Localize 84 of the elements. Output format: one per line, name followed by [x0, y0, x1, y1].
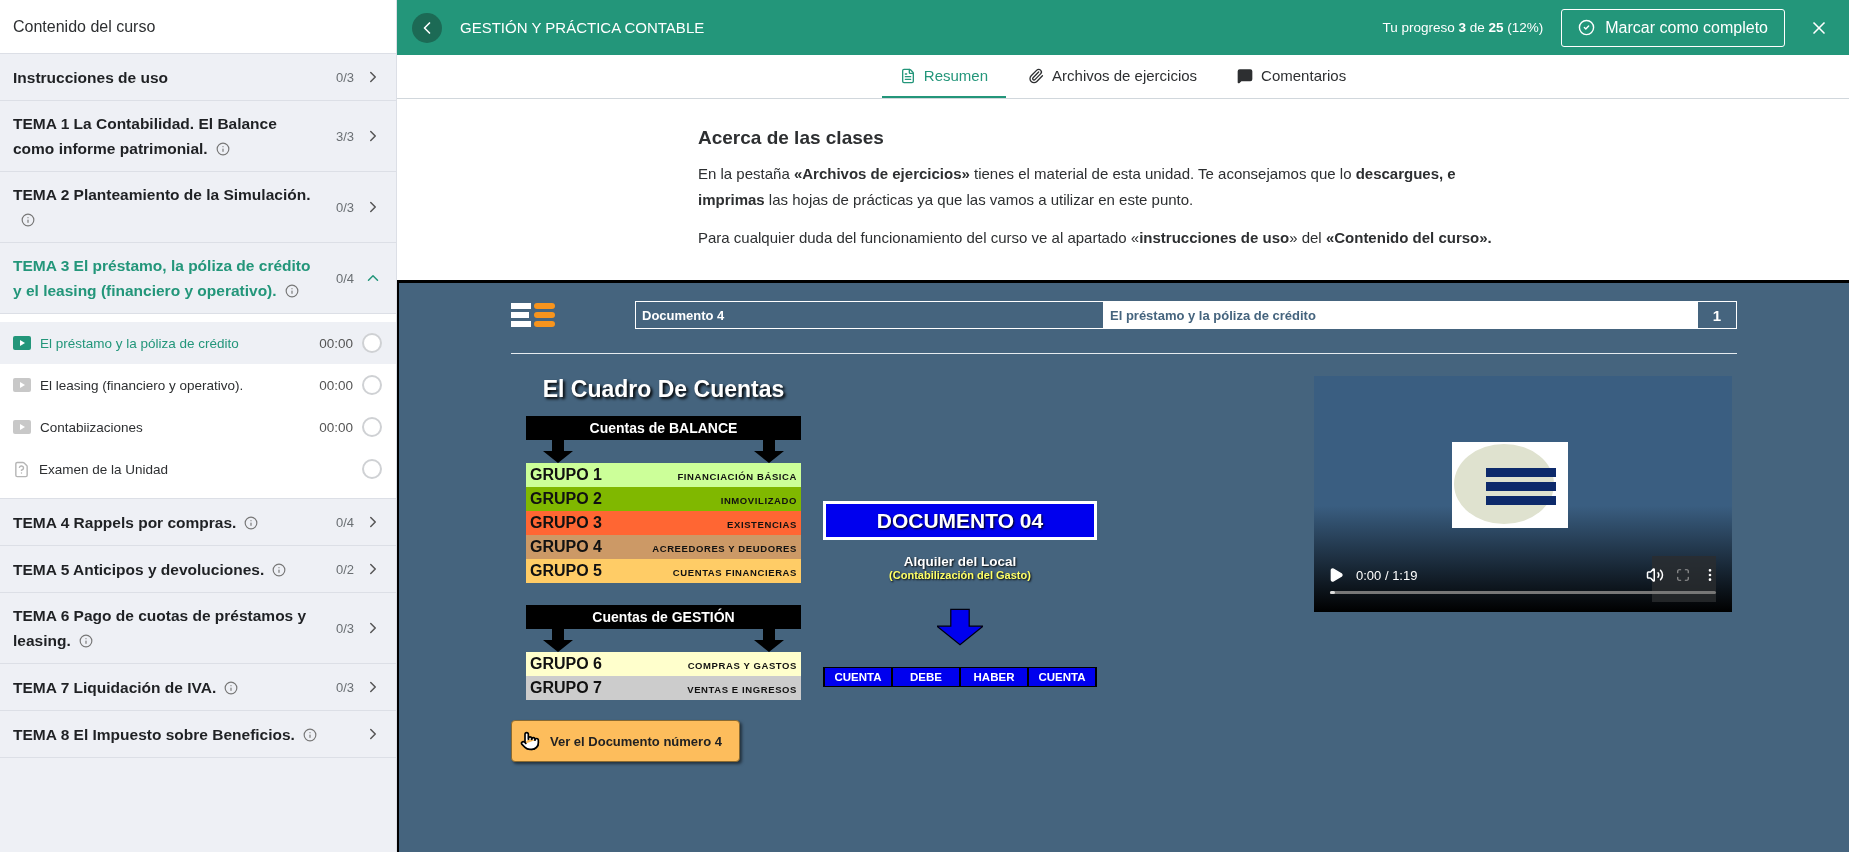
view-document-button[interactable]: Ver el Documento número 4: [511, 720, 740, 762]
mark-complete-button[interactable]: Marcar como completo: [1561, 8, 1785, 47]
column-header: HABER: [961, 668, 1027, 686]
group-name: GRUPO 7: [530, 679, 602, 697]
info-icon[interactable]: [215, 142, 230, 156]
info-icon[interactable]: [284, 284, 299, 298]
page-number: 1: [1711, 305, 1723, 326]
sidebar-title: Contenido del curso: [0, 0, 396, 54]
tab[interactable]: Archivos de ejercicios: [1010, 55, 1216, 98]
group-label: CUENTAS FINANCIERAS: [672, 566, 797, 578]
progress-count: 0/3: [334, 620, 354, 636]
comment-icon: [1237, 67, 1254, 84]
group-name: GRUPO 3: [530, 514, 602, 532]
fullscreen-icon[interactable]: [1676, 568, 1690, 582]
volume-icon[interactable]: [1646, 566, 1664, 584]
play-icon: [13, 336, 31, 350]
lesson-duration: 00:00: [319, 335, 353, 351]
course-section[interactable]: Instrucciones de uso 0/3: [0, 54, 396, 101]
column-header: DEBE: [893, 668, 959, 686]
info-icon[interactable]: [78, 634, 93, 648]
down-arrow-icon: [754, 629, 784, 652]
document-title: El préstamo y la póliza de crédito: [1104, 302, 1698, 328]
section-heading: Acerca de las clases: [698, 127, 885, 149]
group-label: VENTAS E INGRESOS: [687, 683, 797, 695]
info-icon[interactable]: [244, 515, 259, 530]
progress-count: 0/3: [334, 679, 354, 695]
down-arrow-icon: [543, 440, 573, 463]
group-name: GRUPO 4: [530, 538, 602, 556]
course-section[interactable]: TEMA 6 Pago de cuotas de préstamos y leasing. 0/3: [0, 593, 396, 664]
course-section[interactable]: TEMA 5 Anticipos y devoluciones. 0/2: [0, 546, 396, 593]
group-label: COMPRAS Y GASTOS: [687, 659, 797, 671]
play-icon: [13, 378, 31, 392]
group-name: GRUPO 5: [530, 562, 602, 580]
question-icon: [13, 460, 30, 478]
check-circle-icon: [1578, 19, 1596, 36]
progress-count: 0/3: [334, 69, 354, 85]
tab[interactable]: Resumen: [881, 55, 1007, 98]
document-badge: DOCUMENTO 04: [823, 501, 1097, 540]
column-header: CUENTA: [825, 668, 891, 686]
course-section[interactable]: TEMA 1 La Contabilidad. El Balance como informe patrimonial. 3/3: [0, 101, 396, 172]
lesson-item[interactable]: El préstamo y la póliza de crédito 00:00: [0, 322, 396, 364]
lesson-duration: 00:00: [319, 377, 353, 393]
course-section[interactable]: TEMA 8 El Impuesto sobre Beneficios.: [0, 711, 396, 758]
info-icon[interactable]: [302, 727, 317, 742]
group-label: EXISTENCIAS: [727, 518, 797, 530]
course-title: GESTIÓN Y PRÁCTICA CONTABLE: [460, 19, 706, 36]
group-name: GRUPO 2: [530, 490, 602, 508]
info-icon[interactable]: [272, 562, 287, 577]
play-icon[interactable]: [1328, 567, 1344, 583]
accounts-heading: Cuentas de BALANCE: [526, 416, 801, 440]
paragraph: Para cualquier duda del funcionamiento del curso ve al apartado «instrucciones de uso» del «Contenido del curso».: [698, 228, 1493, 248]
tab[interactable]: Comentarios: [1219, 55, 1365, 98]
hand-pointer-icon: [520, 731, 540, 751]
paragraph: En la pestaña «Archivos de ejercicios» tienes el material de esta unidad. Te aconsejamos que lo descargues, e imprimas las hojas de prácticas ya que las vamos a utilizar en este punto.: [698, 164, 1457, 210]
play-icon: [13, 420, 31, 434]
group-label: FINANCIACIÓN BÁSICA: [677, 470, 797, 482]
group-label: INMOVILIZADO: [720, 494, 797, 506]
document-subtitle: Alquiler del Local: [903, 554, 1017, 569]
document-note: (Contabilización del Gasto): [889, 569, 1031, 581]
info-icon[interactable]: [21, 213, 35, 227]
video-time: 0:00 / 1:19: [1356, 567, 1419, 583]
accounts-heading: Cuentas de GESTIÓN: [526, 605, 801, 629]
column-header: CUENTA: [1029, 668, 1095, 686]
course-section[interactable]: TEMA 7 Liquidación de IVA. 0/3: [0, 664, 396, 711]
logo-icon: [511, 303, 555, 327]
progress-count: 0/4: [334, 270, 354, 286]
course-section[interactable]: TEMA 2 Planteamiento de la Simulación. 0/3: [0, 172, 396, 243]
notebook-icon: [899, 67, 916, 84]
group-name: GRUPO 6: [530, 655, 602, 673]
group-label: ACREEDORES Y DEUDORES: [652, 542, 797, 554]
progress-count: 0/4: [334, 514, 354, 530]
down-arrow-icon: [754, 440, 784, 463]
back-button[interactable]: [412, 12, 442, 43]
info-icon[interactable]: [224, 680, 239, 695]
course-section[interactable]: TEMA 4 Rappels por compras. 0/4: [0, 499, 396, 546]
progress-count: 0/2: [334, 561, 354, 577]
chart-title: El Cuadro De Cuentas: [541, 376, 786, 404]
group-name: GRUPO 1: [530, 466, 602, 484]
progress-count: 0/3: [334, 199, 354, 215]
down-arrow-icon: [543, 629, 573, 652]
progress-count: 3/3: [334, 128, 354, 144]
progress-text: Tu progreso 3 de 25 (12%): [1382, 20, 1544, 35]
paperclip-icon: [1028, 67, 1045, 84]
lesson-duration: 00:00: [319, 419, 353, 435]
